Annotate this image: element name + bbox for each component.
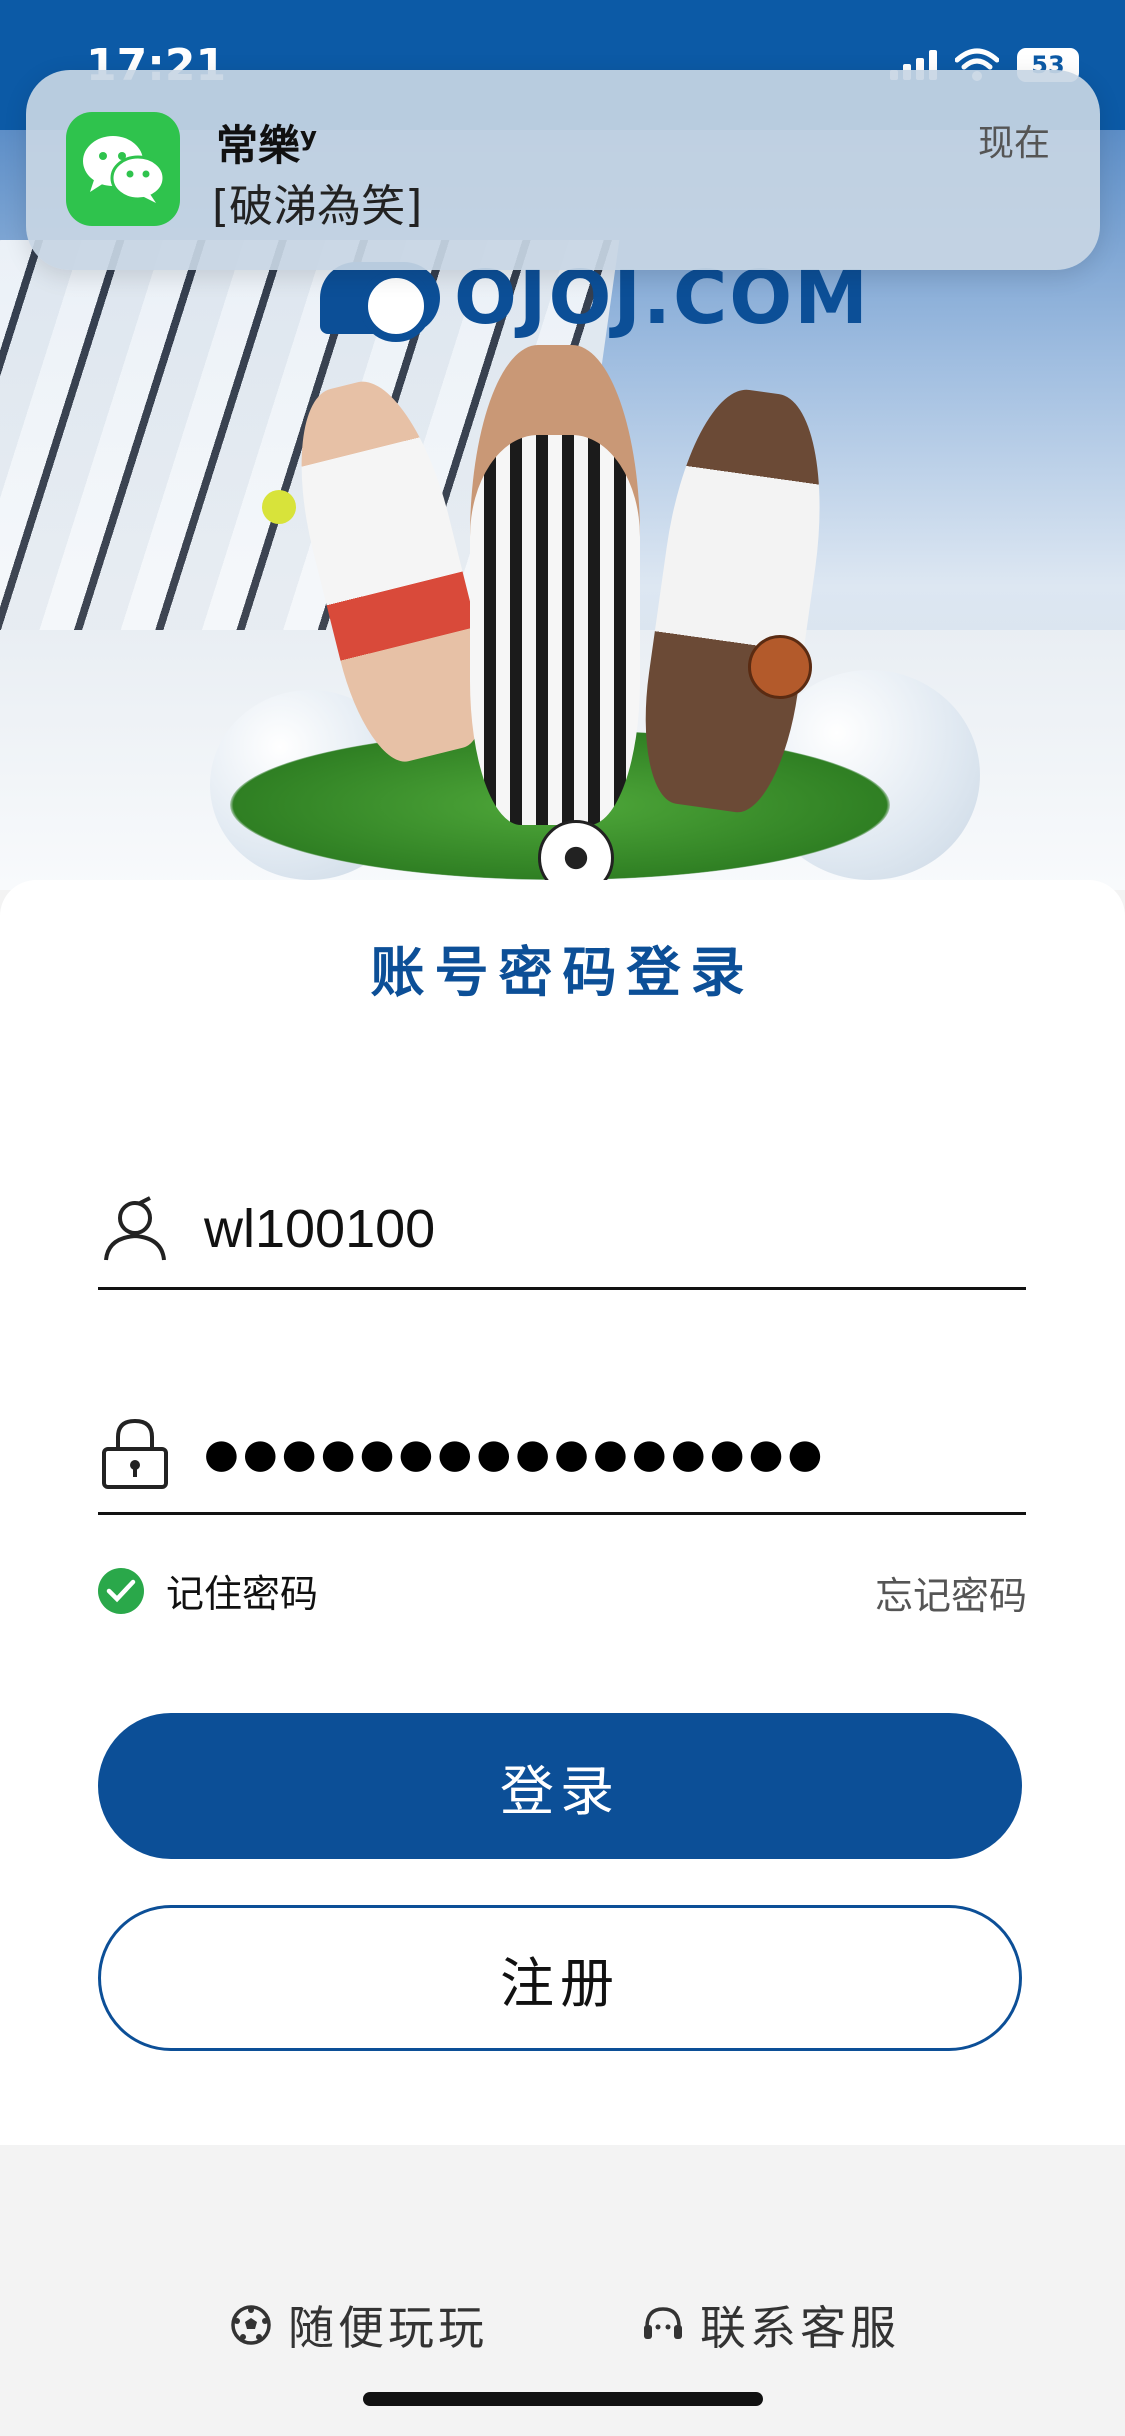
lock-icon xyxy=(98,1417,172,1491)
remember-password-label: 记住密码 xyxy=(166,1572,319,1616)
forgot-password-link[interactable]: 忘记密码 xyxy=(875,1565,1027,1620)
password-field[interactable]: ●●●●●●●●●●●●●●●● xyxy=(98,1395,1026,1515)
home-indicator[interactable] xyxy=(363,2392,763,2406)
login-button[interactable]: 登录 xyxy=(98,1713,1022,1859)
checkmark-icon xyxy=(98,1567,144,1614)
tennis-ball-icon xyxy=(262,490,296,524)
contact-support-label: 联系客服 xyxy=(700,2301,900,2355)
notification-time: 现在 xyxy=(977,123,1050,164)
username-field[interactable]: wl100100 xyxy=(98,1170,1026,1290)
soccer-player-figure xyxy=(470,345,640,825)
notification-sender: 常樂y xyxy=(216,121,317,170)
logo-ball-icon xyxy=(320,262,440,342)
password-input[interactable]: ●●●●●●●●●●●●●●●● xyxy=(204,1431,826,1477)
wechat-icon xyxy=(66,112,180,226)
soccer-ball-icon xyxy=(228,2302,274,2348)
play-as-guest-link[interactable]: 随便玩玩 xyxy=(228,2292,488,2358)
login-card: 账号密码登录 wl100100 ●●●●●●●●●●●●●●●● 记住密码 忘记… xyxy=(0,880,1125,2145)
page-title: 账号密码登录 xyxy=(370,941,755,1004)
contact-support-link[interactable]: 联系客服 xyxy=(640,2292,900,2358)
headset-icon xyxy=(640,2302,686,2348)
play-as-guest-label: 随便玩玩 xyxy=(288,2301,488,2355)
remember-password-checkbox[interactable]: 记住密码 xyxy=(98,1563,318,1618)
username-input[interactable]: wl100100 xyxy=(204,1198,435,1260)
register-button[interactable]: 注册 xyxy=(98,1905,1022,2051)
wechat-notification[interactable]: 常樂y [破涕為笑] 现在 xyxy=(26,70,1100,270)
user-icon xyxy=(98,1192,172,1266)
notification-message: [破涕為笑] xyxy=(212,181,423,232)
basketball-icon xyxy=(748,635,812,699)
